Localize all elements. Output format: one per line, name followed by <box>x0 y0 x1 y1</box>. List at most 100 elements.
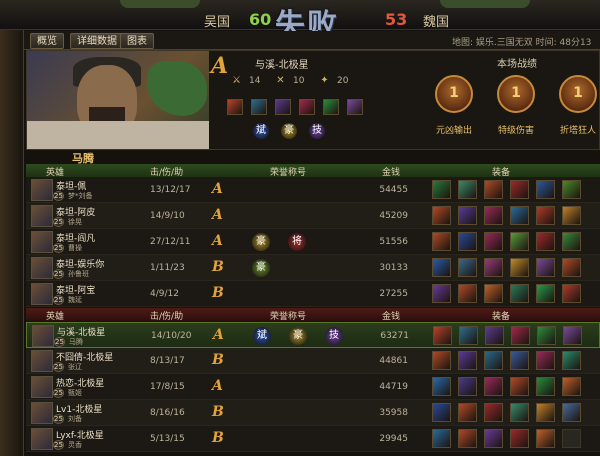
hero-avatar[interactable] <box>31 428 53 450</box>
empty-slot[interactable] <box>562 429 581 448</box>
item-gem-icon[interactable] <box>299 99 315 115</box>
battle-medal[interactable]: 1 元凶输出 <box>429 69 479 141</box>
equipment-item-icon[interactable] <box>510 232 529 251</box>
honor-icon[interactable]: 技 <box>325 327 343 345</box>
equipment-item-icon[interactable] <box>484 258 503 277</box>
equipment-item-icon[interactable] <box>510 403 529 422</box>
equipment-item-icon[interactable] <box>433 326 452 345</box>
honor-icon[interactable]: 斌 <box>253 327 271 345</box>
honor-icon[interactable]: 豪 <box>252 259 270 277</box>
equipment-item-icon[interactable] <box>432 351 451 370</box>
equipment-item-icon[interactable] <box>458 403 477 422</box>
equipment-item-icon[interactable] <box>536 284 555 303</box>
lose-player-row[interactable]: 25 不囧倩-北极星 张辽 8/13/17 B 44861 <box>26 348 600 374</box>
item-spear-icon[interactable] <box>347 99 363 115</box>
equipment-item-icon[interactable] <box>510 180 529 199</box>
equipment-item-icon[interactable] <box>536 377 555 396</box>
tab-details[interactable]: 详细数据 <box>70 33 124 49</box>
equipment-item-icon[interactable] <box>510 429 529 448</box>
equipment-item-icon[interactable] <box>563 326 582 345</box>
item-claw-icon[interactable] <box>251 99 267 115</box>
equipment-item-icon[interactable] <box>484 180 503 199</box>
equipment-item-icon[interactable] <box>536 232 555 251</box>
honor-icon[interactable]: 将 <box>288 233 306 251</box>
equipment-item-icon[interactable] <box>458 351 477 370</box>
hero-avatar[interactable] <box>31 231 53 253</box>
equipment-item-icon[interactable] <box>432 284 451 303</box>
tab-overview[interactable]: 概览 <box>30 33 64 49</box>
equipment-item-icon[interactable] <box>536 258 555 277</box>
equipment-item-icon[interactable] <box>432 180 451 199</box>
equipment-item-icon[interactable] <box>511 326 530 345</box>
equipment-item-icon[interactable] <box>432 232 451 251</box>
battle-medal[interactable]: 1 特级伤害 <box>491 69 541 141</box>
item-blade-icon[interactable] <box>227 99 243 115</box>
equipment-item-icon[interactable] <box>510 284 529 303</box>
hero-avatar[interactable] <box>31 376 53 398</box>
win-player-row[interactable]: 25 泰坦-佩 梦*刘备 13/12/17 A 54455 <box>26 177 600 203</box>
equipment-item-icon[interactable] <box>484 429 503 448</box>
equipment-item-icon[interactable] <box>484 403 503 422</box>
item-orb-icon[interactable] <box>275 99 291 115</box>
equipment-item-icon[interactable] <box>432 429 451 448</box>
equipment-item-icon[interactable] <box>458 206 477 225</box>
item-cross-icon[interactable] <box>323 99 339 115</box>
equipment-item-icon[interactable] <box>537 326 556 345</box>
equipment-item-icon[interactable] <box>536 429 555 448</box>
equipment-item-icon[interactable] <box>510 377 529 396</box>
hero-avatar[interactable] <box>31 205 53 227</box>
equipment-item-icon[interactable] <box>562 206 581 225</box>
lose-player-row[interactable]: 25 Lv1-北极星 刘备 8/16/16 B 35958 <box>26 400 600 426</box>
equipment-item-icon[interactable] <box>562 377 581 396</box>
lose-player-row[interactable]: 25 Lyxf-北极星 灵香 5/13/15 B 29945 <box>26 426 600 452</box>
equipment-item-icon[interactable] <box>484 377 503 396</box>
equipment-item-icon[interactable] <box>510 206 529 225</box>
equipment-item-icon[interactable] <box>510 351 529 370</box>
equipment-item-icon[interactable] <box>562 258 581 277</box>
equipment-item-icon[interactable] <box>432 403 451 422</box>
equipment-item-icon[interactable] <box>536 403 555 422</box>
lose-player-row[interactable]: 25 与溪-北极星 马腾 14/10/20 A 斌豪技 63271 <box>26 322 600 348</box>
hero-avatar[interactable] <box>31 402 53 424</box>
equipment-item-icon[interactable] <box>432 377 451 396</box>
equipment-item-icon[interactable] <box>510 258 529 277</box>
equipment-item-icon[interactable] <box>484 284 503 303</box>
equipment-item-icon[interactable] <box>458 284 477 303</box>
win-player-row[interactable]: 25 泰坦-阿皮 徐晃 14/9/10 A 45209 <box>26 203 600 229</box>
equipment-item-icon[interactable] <box>536 206 555 225</box>
honor-blue-icon[interactable]: 斌 <box>253 123 269 139</box>
equipment-item-icon[interactable] <box>562 284 581 303</box>
honor-icon[interactable]: 豪 <box>289 327 307 345</box>
equipment-item-icon[interactable] <box>485 326 504 345</box>
equipment-item-icon[interactable] <box>562 180 581 199</box>
equipment-item-icon[interactable] <box>458 258 477 277</box>
equipment-item-icon[interactable] <box>562 351 581 370</box>
honor-icon[interactable]: 豪 <box>252 233 270 251</box>
hero-avatar[interactable] <box>31 179 53 201</box>
equipment-item-icon[interactable] <box>562 232 581 251</box>
hero-avatar[interactable] <box>31 257 53 279</box>
equipment-item-icon[interactable] <box>484 351 503 370</box>
equipment-item-icon[interactable] <box>458 429 477 448</box>
honor-gold-icon[interactable]: 豪 <box>281 123 297 139</box>
win-player-row[interactable]: 25 泰坦-阿宝 魏延 4/9/12 B 27255 <box>26 281 600 307</box>
hero-avatar[interactable] <box>32 325 54 347</box>
honor-purple-icon[interactable]: 技 <box>309 123 325 139</box>
equipment-item-icon[interactable] <box>458 377 477 396</box>
win-player-row[interactable]: 25 泰坦-娱乐你 孙鲁班 1/11/23 B 豪 30133 <box>26 255 600 281</box>
tab-charts[interactable]: 图表 <box>120 33 154 49</box>
battle-medal[interactable]: 1 折塔狂人 <box>553 69 600 141</box>
lose-player-row[interactable]: 25 热恋-北极星 甄姬 17/8/15 A 44719 <box>26 374 600 400</box>
equipment-item-icon[interactable] <box>458 180 477 199</box>
equipment-item-icon[interactable] <box>562 403 581 422</box>
hero-avatar[interactable] <box>31 350 53 372</box>
equipment-item-icon[interactable] <box>432 258 451 277</box>
equipment-item-icon[interactable] <box>432 206 451 225</box>
equipment-item-icon[interactable] <box>536 351 555 370</box>
equipment-item-icon[interactable] <box>459 326 478 345</box>
equipment-item-icon[interactable] <box>484 206 503 225</box>
equipment-item-icon[interactable] <box>536 180 555 199</box>
win-player-row[interactable]: 25 泰坦-阎凡 曹操 27/12/11 A 豪将 51556 <box>26 229 600 255</box>
equipment-item-icon[interactable] <box>458 232 477 251</box>
equipment-item-icon[interactable] <box>484 232 503 251</box>
